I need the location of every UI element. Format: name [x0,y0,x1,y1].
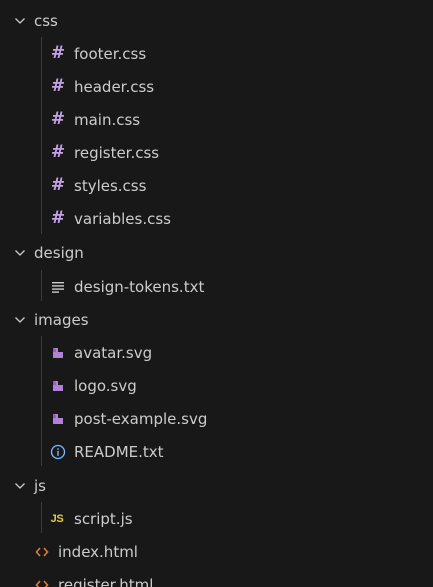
js-icon: JS [50,512,64,525]
folder-label: images [34,310,89,329]
file-label: script.js [74,509,133,528]
svg-file-icon [50,412,66,426]
lines-icon [50,281,66,293]
file-avatar-svg[interactable]: avatar.svg [0,336,433,369]
file-label: logo.svg [74,376,137,395]
file-register-css[interactable]: # register.css [0,136,433,169]
chevron-down-icon [14,314,26,326]
folder-js[interactable]: js [0,469,433,502]
file-label: register.css [74,143,160,162]
file-label: post-example.svg [74,409,208,428]
file-post-example-svg[interactable]: post-example.svg [0,402,433,435]
file-variables-css[interactable]: # variables.css [0,202,433,235]
file-label: styles.css [74,176,147,195]
svg-file-icon [50,346,66,360]
file-label: index.html [58,542,138,561]
file-register-html[interactable]: register.html [0,568,433,587]
folder-css[interactable]: css [0,4,433,37]
file-label: footer.css [74,44,147,63]
code-brackets-icon [34,546,50,558]
file-index-html[interactable]: index.html [0,535,433,568]
hash-icon: # [50,175,66,195]
file-label: header.css [74,77,155,96]
hash-icon: # [50,109,66,129]
hash-icon: # [50,43,66,63]
folder-label: css [34,11,58,30]
folder-design[interactable]: design [0,236,433,269]
folder-images[interactable]: images [0,303,433,336]
chevron-down-icon [14,480,26,492]
file-main-css[interactable]: # main.css [0,103,433,136]
file-script-js[interactable]: JS script.js [0,502,433,535]
chevron-down-icon [14,247,26,259]
code-brackets-icon [34,579,50,587]
folder-label: js [34,476,46,495]
file-readme-txt[interactable]: README.txt [0,435,433,468]
file-styles-css[interactable]: # styles.css [0,169,433,202]
file-label: register.html [58,575,154,587]
hash-icon: # [50,142,66,162]
hash-icon: # [50,76,66,96]
file-label: avatar.svg [74,343,153,362]
chevron-down-icon [14,15,26,27]
file-label: variables.css [74,209,171,228]
file-logo-svg[interactable]: logo.svg [0,369,433,402]
folder-label: design [34,243,84,262]
file-design-tokens-txt[interactable]: design-tokens.txt [0,270,433,303]
file-footer-css[interactable]: # footer.css [0,37,433,70]
file-explorer: css # footer.css # header.css # main.css… [0,0,433,587]
file-label: design-tokens.txt [74,277,205,296]
svg-file-icon [50,379,66,393]
file-label: README.txt [74,442,164,461]
hash-icon: # [50,208,66,228]
info-icon [50,444,66,460]
file-label: main.css [74,110,141,129]
file-header-css[interactable]: # header.css [0,70,433,103]
